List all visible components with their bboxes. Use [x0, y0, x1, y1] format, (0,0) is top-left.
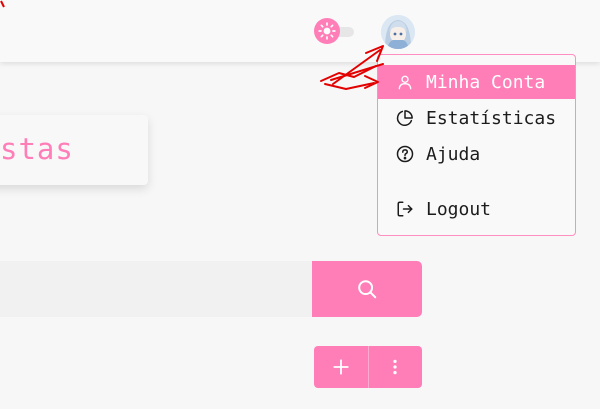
search-button[interactable]	[312, 261, 422, 317]
user-dropdown-menu: Minha Conta Estatísticas Ajuda Logout	[377, 54, 576, 236]
top-navbar	[0, 0, 600, 62]
menu-item-label: Minha Conta	[426, 71, 546, 93]
search-icon	[358, 280, 377, 299]
sun-icon	[314, 18, 340, 44]
menu-item-logout[interactable]: Logout	[378, 192, 575, 226]
theme-toggle[interactable]	[314, 18, 360, 44]
page-title-card: stas	[0, 115, 148, 185]
logout-icon	[396, 200, 414, 218]
kebab-icon	[393, 359, 397, 375]
add-button[interactable]	[314, 346, 368, 388]
menu-item-minha-conta[interactable]: Minha Conta	[378, 65, 575, 99]
annotation-mark	[0, 0, 5, 8]
plus-icon	[333, 359, 349, 375]
menu-item-label: Ajuda	[426, 143, 481, 165]
help-circle-icon	[396, 145, 414, 163]
page-title: stas	[0, 132, 74, 166]
search-input[interactable]	[0, 261, 312, 317]
pie-chart-icon	[396, 109, 414, 127]
more-options-button[interactable]	[368, 346, 422, 388]
user-icon	[396, 73, 414, 91]
action-button-group	[314, 346, 422, 388]
menu-item-ajuda[interactable]: Ajuda	[378, 137, 575, 171]
menu-item-label: Estatísticas	[426, 107, 557, 129]
menu-item-label: Logout	[426, 198, 492, 220]
user-avatar[interactable]	[381, 15, 415, 49]
menu-item-estatisticas[interactable]: Estatísticas	[378, 101, 575, 135]
